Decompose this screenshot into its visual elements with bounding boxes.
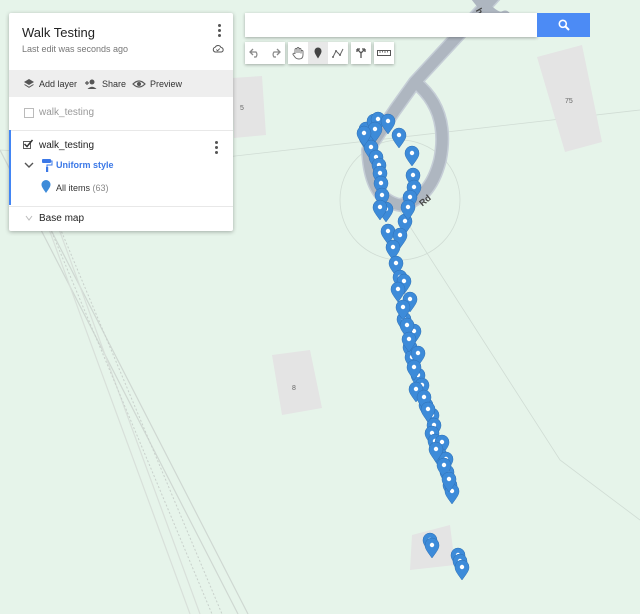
active-layer-indicator [9, 130, 11, 205]
location-pin-dot [407, 194, 413, 200]
select-tool[interactable] [288, 42, 308, 64]
layer-active-name[interactable]: walk_testing [39, 140, 189, 151]
person-add-icon [85, 79, 97, 89]
location-pin-dot [441, 462, 447, 468]
paint-roller-icon [42, 159, 53, 172]
building-5 [232, 76, 266, 138]
uniform-style-link[interactable]: Uniform style [56, 160, 176, 170]
share-label: Share [102, 78, 127, 89]
location-pin-dot [397, 232, 403, 238]
cloud-sync-icon [212, 45, 224, 53]
share-button[interactable]: Share [84, 70, 126, 97]
location-pin-dot [377, 170, 383, 176]
location-pin-dot [378, 180, 384, 186]
measure-group [374, 42, 394, 64]
location-pin-dot [409, 150, 415, 156]
all-items-count: (63) [92, 183, 109, 193]
location-pin-dot [404, 322, 410, 328]
drawing-tools [288, 42, 348, 64]
location-pin-dot [405, 204, 411, 210]
location-pin-dot [385, 228, 391, 234]
history-tools [245, 42, 285, 64]
polyline-icon [332, 48, 344, 58]
location-pin-dot [406, 336, 412, 342]
all-items-label: All items [56, 183, 91, 193]
redo-button[interactable] [265, 42, 285, 64]
divider [9, 206, 233, 207]
directions-group [351, 42, 371, 64]
location-pin-dot [396, 132, 402, 138]
location-pin-dot [459, 564, 465, 570]
location-pin-dot [415, 350, 421, 356]
all-items-row[interactable]: All items (63) [56, 183, 216, 193]
location-pin-dot [407, 296, 413, 302]
layer-inactive-checkbox[interactable] [24, 108, 34, 118]
search-button[interactable] [537, 13, 590, 37]
map-title[interactable]: Walk Testing [22, 25, 95, 40]
map-label-5: 5 [240, 105, 244, 112]
hand-icon [292, 46, 304, 59]
location-pin-dot [390, 244, 396, 250]
location-pin-dot [400, 304, 406, 310]
divider [9, 130, 233, 131]
redo-icon [272, 48, 281, 58]
checkbox-icon[interactable] [23, 138, 34, 149]
directions-icon [356, 48, 366, 58]
location-pin-dot [385, 118, 391, 124]
search-input[interactable] [245, 13, 537, 37]
add-layer-button[interactable]: Add layer [23, 70, 77, 97]
location-pin-dot [413, 386, 419, 392]
location-pin-dot [393, 260, 399, 266]
location-pin-dot [429, 542, 435, 548]
location-pin-dot [375, 116, 381, 122]
map-label-8: 8 [292, 385, 296, 392]
search-icon [558, 19, 570, 31]
place-pin-icon [41, 180, 51, 193]
panel-toolbar: Add layer Share Preview [9, 70, 233, 97]
base-map-row[interactable]: Base map [39, 213, 189, 224]
location-pin-dot [433, 446, 439, 452]
chevron-down-icon[interactable] [24, 161, 34, 169]
add-directions-tool[interactable] [351, 42, 371, 64]
map-tools [245, 42, 397, 64]
location-pin-dot [368, 144, 374, 150]
preview-label: Preview [150, 78, 183, 89]
location-pin-dot [421, 394, 427, 400]
layer-inactive-name[interactable]: walk_testing [39, 107, 219, 118]
location-pin-dot [446, 476, 452, 482]
map-label-75: 75 [565, 98, 573, 105]
location-pin-dot [410, 172, 416, 178]
caret-icon[interactable] [25, 215, 33, 221]
location-pin-dot [395, 286, 401, 292]
location-pin-dot [401, 278, 407, 284]
marker-icon [314, 47, 322, 59]
location-pin-dot [377, 204, 383, 210]
ruler-icon [377, 50, 391, 56]
location-pin-dot [411, 184, 417, 190]
last-edit-status: Last edit was seconds ago [22, 44, 129, 54]
location-pin-dot [379, 192, 385, 198]
location-pin-dot [402, 218, 408, 224]
location-pin-dot [361, 130, 367, 136]
add-layer-label: Add layer [39, 78, 78, 89]
location-pin-dot [411, 364, 417, 370]
layer-kebab-icon[interactable] [213, 140, 219, 156]
layers-icon [24, 78, 34, 88]
draw-line-tool[interactable] [328, 42, 348, 64]
measure-tool[interactable] [374, 42, 394, 64]
undo-icon [249, 48, 258, 58]
preview-button[interactable]: Preview [132, 70, 182, 97]
location-pin-dot [425, 406, 431, 412]
location-pin-dot [372, 126, 378, 132]
layers-panel: Walk Testing Last edit was seconds ago A… [9, 13, 233, 231]
eye-icon [132, 79, 146, 88]
kebab-menu-icon[interactable] [216, 23, 222, 39]
add-marker-tool[interactable] [308, 42, 328, 64]
undo-button[interactable] [245, 42, 265, 64]
